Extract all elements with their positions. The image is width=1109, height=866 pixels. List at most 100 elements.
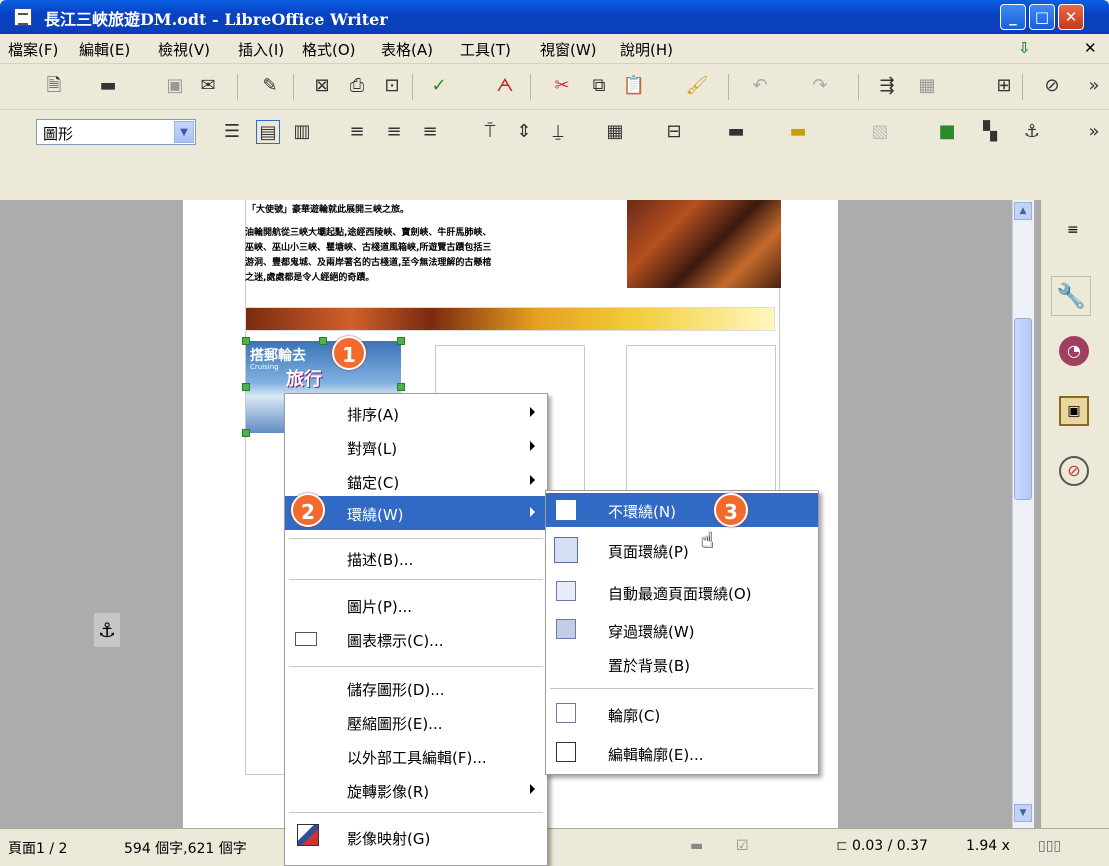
borders-icon[interactable]: ⊟ xyxy=(662,120,686,144)
resize-handle[interactable] xyxy=(319,337,327,345)
autospell-icon[interactable]: ᗅ xyxy=(493,74,517,98)
menu-image-map[interactable]: 影像映射(G) xyxy=(285,820,547,854)
compass-icon[interactable]: ⊘ xyxy=(1059,456,1089,486)
resize-handle[interactable] xyxy=(242,337,250,345)
frame-shadow-icon[interactable]: ■ xyxy=(935,120,959,144)
scroll-down-icon[interactable]: ▼ xyxy=(1014,804,1032,822)
print-icon[interactable]: ⎙ xyxy=(345,74,369,98)
wrap-off-icon[interactable]: ☰ xyxy=(220,120,244,144)
align-center-icon[interactable]: ≡ xyxy=(382,120,406,144)
resize-handle[interactable] xyxy=(242,383,250,391)
minimize-button[interactable]: _ xyxy=(1000,4,1026,30)
cut-icon[interactable]: ✂ xyxy=(550,74,574,98)
barbecue-photo[interactable] xyxy=(627,200,781,288)
open-folder-icon[interactable]: ▬ xyxy=(96,74,120,98)
step-badge-1: 1 xyxy=(332,336,366,370)
save-icon[interactable]: ▣ xyxy=(163,74,187,98)
wrench-icon[interactable]: 🔧 xyxy=(1051,276,1091,316)
align-top-icon[interactable]: ⍑ xyxy=(478,120,502,144)
table-icon[interactable]: ▦ xyxy=(915,74,939,98)
menu-tools[interactable]: 工具(T) xyxy=(460,39,511,60)
menu-anchor[interactable]: 錨定(C) xyxy=(285,464,547,498)
scroll-up-icon[interactable]: ▲ xyxy=(1014,202,1032,220)
email-icon[interactable]: ✉ xyxy=(196,74,220,98)
submenu-optimal-wrap[interactable]: 自動最適頁面環繞(O) xyxy=(546,575,818,609)
clone-format-icon[interactable]: 🖌 xyxy=(685,74,709,98)
sidebar-menu-icon[interactable]: ≡ xyxy=(1067,222,1079,238)
hyperlink-icon[interactable]: ⇶ xyxy=(875,74,899,98)
submenu-no-wrap[interactable]: 不環繞(N) xyxy=(546,493,818,527)
copy-icon[interactable]: ⧉ xyxy=(587,74,611,98)
submenu-page-wrap[interactable]: 頁面環繞(P) xyxy=(546,533,818,567)
maximize-button[interactable]: □ xyxy=(1029,4,1055,30)
menu-align[interactable]: 對齊(L) xyxy=(285,430,547,464)
image-text-line3: Cruising xyxy=(250,363,279,371)
menu-external-edit[interactable]: 以外部工具編輯(F)... xyxy=(285,739,547,773)
doc-modified-icon: ☑ xyxy=(736,838,749,854)
close-document-icon[interactable]: ✕ xyxy=(1084,39,1097,57)
background-color-icon[interactable]: ▬ xyxy=(786,120,810,144)
resize-handle[interactable] xyxy=(242,429,250,437)
properties-icon[interactable]: ▣ xyxy=(1059,396,1089,426)
toolbar-more-icon[interactable]: » xyxy=(1082,74,1106,98)
menu-compress-graphic[interactable]: 壓縮圖形(E)... xyxy=(285,705,547,739)
paste-icon[interactable]: 📋 xyxy=(622,74,646,98)
submenu-in-background[interactable]: 置於背景(B) xyxy=(546,647,818,681)
scroll-thumb[interactable] xyxy=(1014,318,1032,500)
writer-app-icon xyxy=(14,8,32,26)
menu-file[interactable]: 檔案(F) xyxy=(8,39,58,60)
selection-mode-icon[interactable]: ▬ xyxy=(690,838,703,854)
edit-mode-icon[interactable]: ✎ xyxy=(258,74,282,98)
object-style-combo[interactable]: 圖形 ▼ xyxy=(36,119,196,145)
align-left-icon[interactable]: ≡ xyxy=(345,120,369,144)
submenu-wrap-through[interactable]: 穿過環繞(W) xyxy=(546,613,818,647)
page-wrap-icon xyxy=(554,537,578,563)
wrap-through-icon[interactable]: ▥ xyxy=(290,120,314,144)
menu-edit[interactable]: 編輯(E) xyxy=(79,39,130,60)
gallery-icon[interactable]: ◔ xyxy=(1059,336,1089,366)
menu-table[interactable]: 表格(A) xyxy=(381,39,433,60)
chevron-down-icon[interactable]: ▼ xyxy=(174,121,194,143)
menu-help[interactable]: 說明(H) xyxy=(620,39,673,60)
menu-view[interactable]: 檢視(V) xyxy=(158,39,210,60)
menu-caption[interactable]: 圖表標示(C)... xyxy=(285,622,547,656)
menu-save-graphic[interactable]: 儲存圖形(D)... xyxy=(285,671,547,705)
align-right-icon[interactable]: ≡ xyxy=(418,120,442,144)
menu-arrange[interactable]: 排序(A) xyxy=(285,396,547,430)
redo-icon[interactable]: ↷ xyxy=(808,74,832,98)
resize-handle[interactable] xyxy=(397,383,405,391)
menu-insert[interactable]: 插入(I) xyxy=(238,39,284,60)
export-pdf-icon[interactable]: ⊠ xyxy=(310,74,334,98)
menu-window[interactable]: 視窗(W) xyxy=(540,39,597,60)
line-style-icon[interactable]: ▬ xyxy=(724,120,748,144)
align-middle-icon[interactable]: ⇕ xyxy=(512,120,536,144)
anchor-icon[interactable]: ⚓ xyxy=(1020,120,1044,144)
bring-front-icon[interactable]: ▧ xyxy=(868,120,892,144)
submenu-contour[interactable]: 輪廓(C) xyxy=(546,697,818,731)
toolbar2-more-icon[interactable]: » xyxy=(1082,120,1106,144)
view-layout-icon[interactable]: ▯▯▯ xyxy=(1038,838,1061,854)
menu-description[interactable]: 描述(B)... xyxy=(285,541,547,575)
menu-format[interactable]: 格式(O) xyxy=(302,39,356,60)
navigator-icon[interactable]: ⊞ xyxy=(992,74,1016,98)
close-button[interactable]: ✕ xyxy=(1058,4,1084,30)
status-page: 頁面1 / 2 xyxy=(8,841,68,857)
submenu-arrow-icon xyxy=(530,784,535,794)
no-entry-icon[interactable]: ⊘ xyxy=(1040,74,1064,98)
submenu-edit-contour[interactable]: 編輯輪廓(E)... xyxy=(546,736,818,770)
spellcheck-icon[interactable]: ✓ xyxy=(427,74,451,98)
vertical-scrollbar[interactable]: ▲ ▼ xyxy=(1012,200,1034,828)
anchor-type-icon[interactable]: ▦ xyxy=(603,120,627,144)
print-preview-icon[interactable]: ⊡ xyxy=(380,74,404,98)
send-back-icon[interactable]: ▚ xyxy=(978,120,1002,144)
resize-handle[interactable] xyxy=(397,337,405,345)
menu-rotate[interactable]: 旋轉影像(R) xyxy=(285,773,547,807)
update-icon[interactable]: ⇩ xyxy=(1018,39,1031,57)
align-bottom-icon[interactable]: ⍊ xyxy=(546,120,570,144)
page-wrap-icon[interactable]: ▤ xyxy=(256,120,280,144)
undo-icon[interactable]: ↶ xyxy=(748,74,772,98)
submenu-arrow-icon xyxy=(530,407,535,417)
context-menu: 排序(A) 對齊(L) 錨定(C) 環繞(W) 描述(B)... 圖片(P)..… xyxy=(284,393,548,866)
new-document-icon[interactable]: 🗎 xyxy=(42,74,66,98)
menu-picture[interactable]: 圖片(P)... xyxy=(285,588,547,622)
